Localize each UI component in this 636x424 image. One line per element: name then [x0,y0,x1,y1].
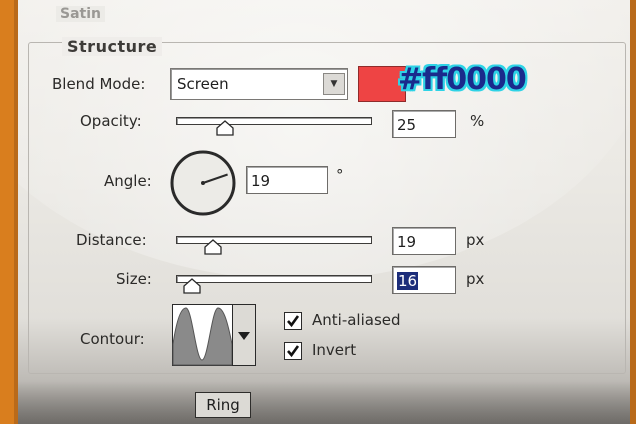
checkmark-icon [287,345,300,358]
anti-aliased-label[interactable]: Anti-aliased [312,311,401,329]
size-unit: px [466,270,485,288]
distance-unit: px [466,231,485,249]
section-title: Satin [56,6,105,22]
size-input[interactable]: 16 [392,266,456,294]
size-value-selected: 16 [397,272,419,290]
angle-input[interactable]: 19 [246,166,328,194]
dropdown-arrow-icon[interactable]: ▼ [323,73,345,95]
slider-thumb-icon[interactable] [203,239,223,255]
blend-mode-label: Blend Mode: [52,75,146,93]
angle-unit: ° [336,166,344,184]
distance-label: Distance: [76,231,147,249]
slider-thumb-icon[interactable] [215,120,235,136]
angle-dial-icon[interactable] [168,148,238,218]
blend-mode-select[interactable]: Screen ▼ [170,68,348,100]
invert-label[interactable]: Invert [312,341,356,359]
angle-label: Angle: [104,172,152,190]
anti-aliased-checkbox[interactable] [284,312,302,330]
slider-thumb-icon[interactable] [182,278,202,294]
blend-mode-value: Screen [177,75,229,93]
hex-color-annotation: #ff0000 [398,62,527,97]
structure-title: Structure [62,37,163,56]
checkmark-icon [287,315,300,328]
contour-picker[interactable] [172,304,256,366]
opacity-input[interactable]: 25 [392,110,456,138]
invert-checkbox[interactable] [284,342,302,360]
size-label: Size: [116,270,152,288]
distance-input[interactable]: 19 [392,227,456,255]
bottom-shadow [18,380,630,424]
size-slider-track[interactable] [176,275,372,283]
opacity-slider-track[interactable] [176,117,372,125]
contour-label: Contour: [80,330,145,348]
opacity-label: Opacity: [80,112,142,130]
opacity-unit: % [470,112,485,130]
ring-button[interactable]: Ring [195,392,251,418]
